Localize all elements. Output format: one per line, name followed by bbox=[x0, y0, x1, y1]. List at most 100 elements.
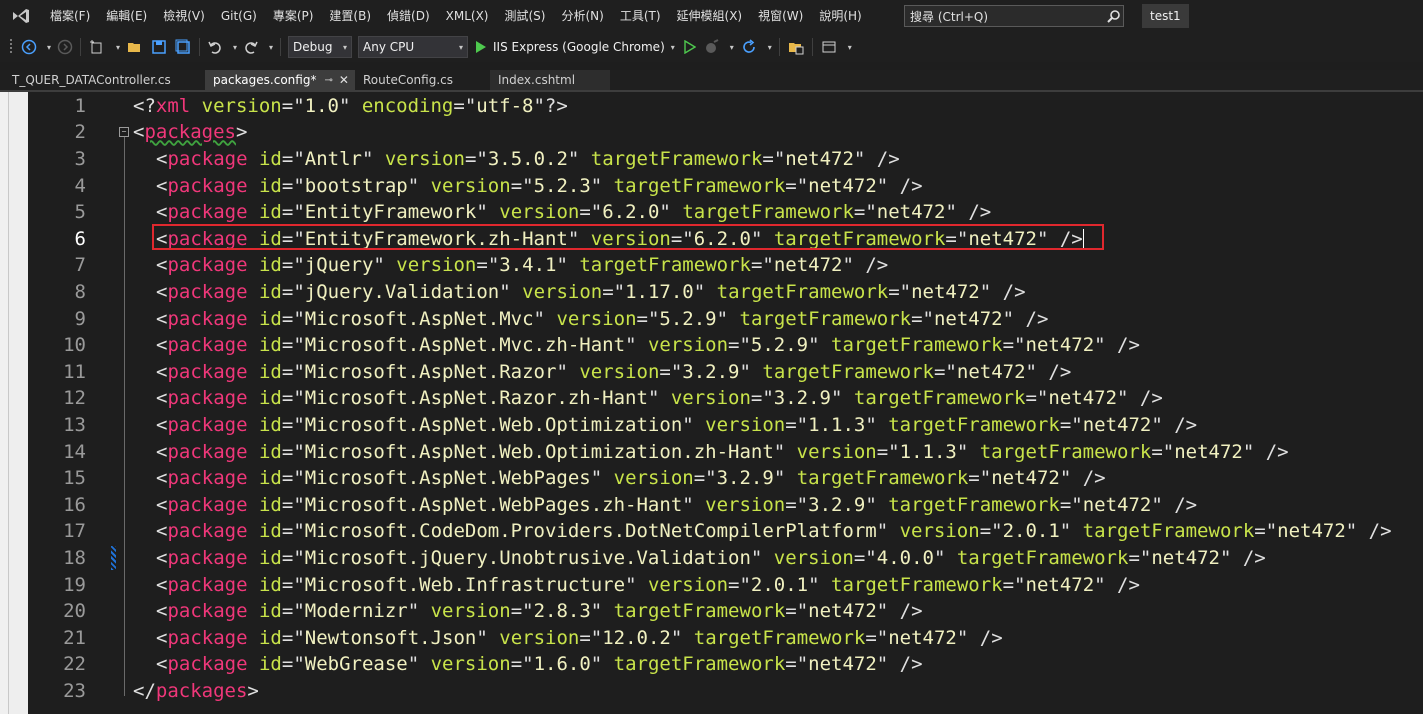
hot-reload-icon[interactable] bbox=[703, 36, 721, 58]
attribute-name: targetFramework bbox=[579, 254, 751, 277]
code-line[interactable]: 22 <package id="WebGrease" version="1.6.0… bbox=[0, 651, 1423, 678]
code-line[interactable]: 2 − <packages> bbox=[0, 119, 1423, 146]
chevron-down-icon[interactable]: ▾ bbox=[264, 36, 274, 58]
menu-item[interactable]: 視窗(W) bbox=[750, 5, 811, 27]
code-line[interactable]: 4 <package id="bootstrap" version="5.2.3"… bbox=[0, 172, 1423, 199]
code-line[interactable]: 14 <package id="Microsoft.AspNet.Web.Opti… bbox=[0, 438, 1423, 465]
menu-item[interactable]: 延伸模組(X) bbox=[669, 5, 751, 27]
code-line[interactable]: 16 <package id="Microsoft.AspNet.WebPages… bbox=[0, 492, 1423, 519]
open-folder-icon[interactable] bbox=[125, 36, 145, 58]
solution-explorer-icon[interactable] bbox=[786, 36, 806, 58]
window-layout-icon[interactable] bbox=[819, 36, 839, 58]
menu-item[interactable]: XML(X) bbox=[438, 5, 497, 27]
line-number: 11 bbox=[63, 360, 86, 383]
code-line[interactable]: 18 <package id="Microsoft.jQuery.Unobtrus… bbox=[0, 545, 1423, 572]
search-icon[interactable] bbox=[1105, 7, 1123, 25]
code-punctuation: " bbox=[476, 201, 500, 224]
code-line[interactable]: 17 <package id="Microsoft.CodeDom.Provide… bbox=[0, 518, 1423, 545]
code-line[interactable]: 7 <package id="jQuery" version="3.4.1" ta… bbox=[0, 252, 1423, 279]
visual-studio-logo-icon[interactable] bbox=[6, 0, 36, 32]
code-text: <package id="jQuery.Validation" version=… bbox=[156, 281, 1026, 303]
code-line[interactable]: 8 <package id="jQuery.Validation" version… bbox=[0, 279, 1423, 306]
code-line[interactable]: 1 <?xml version="1.0" encoding="utf-8"?> bbox=[0, 93, 1423, 120]
code-editor[interactable]: 1 <?xml version="1.0" encoding="utf-8"?> 2… bbox=[0, 92, 1423, 714]
attribute-name: version bbox=[384, 147, 465, 170]
undo-icon[interactable] bbox=[206, 36, 224, 58]
code-line[interactable]: 21 <package id="Newtonsoft.Json" version=… bbox=[0, 625, 1423, 652]
code-line[interactable]: 20 <package id="Modernizr" version="2.8.3… bbox=[0, 598, 1423, 625]
chevron-down-icon[interactable]: ▾ bbox=[42, 36, 52, 58]
toolbar-grip-icon[interactable] bbox=[6, 36, 16, 58]
start-without-debugging-icon[interactable] bbox=[681, 36, 699, 58]
code-line[interactable]: 19 <package id="Microsoft.Web.Infrastruct… bbox=[0, 571, 1423, 598]
attribute-name: targetFramework bbox=[716, 280, 889, 303]
code-punctuation bbox=[248, 574, 259, 596]
pin-icon[interactable]: ⊸ bbox=[324, 75, 332, 86]
code-punctuation bbox=[248, 547, 259, 569]
attribute-name: version bbox=[430, 174, 511, 197]
code-punctuation: =" bbox=[579, 626, 603, 649]
code-line[interactable]: 15 <package id="Microsoft.AspNet.WebPages… bbox=[0, 465, 1423, 492]
collapse-icon[interactable]: − bbox=[119, 127, 129, 138]
tab-t-quer-datacontroller[interactable]: T_QUER_DATAController.cs bbox=[0, 70, 205, 90]
save-icon[interactable] bbox=[149, 36, 169, 58]
code-line[interactable]: 9 <package id="Microsoft.AspNet.Mvc" vers… bbox=[0, 305, 1423, 332]
menu-item[interactable]: 偵錯(D) bbox=[379, 5, 438, 27]
search-placeholder[interactable]: 搜尋 (Ctrl+Q) bbox=[910, 8, 1105, 25]
menu-item[interactable]: 檔案(F) bbox=[42, 5, 98, 27]
chevron-down-icon[interactable]: ▾ bbox=[228, 36, 238, 58]
code-punctuation: " /> bbox=[979, 280, 1026, 303]
redo-icon[interactable] bbox=[242, 36, 260, 58]
code-punctuation: =" bbox=[659, 360, 683, 383]
menu-item[interactable]: 檢視(V) bbox=[155, 5, 213, 27]
navigate-forward-icon[interactable] bbox=[56, 36, 74, 58]
code-line[interactable]: 12 <package id="Microsoft.AspNet.Razor.zh… bbox=[0, 385, 1423, 412]
element-name: package bbox=[167, 387, 248, 410]
line-number: 9 bbox=[74, 307, 86, 330]
code-line[interactable]: 3 <package id="Antlr" version="3.5.0.2" t… bbox=[0, 146, 1423, 173]
tab-index-cshtml[interactable]: Index.cshtml bbox=[490, 70, 610, 90]
code-line[interactable]: 23 </packages> bbox=[0, 678, 1423, 705]
code-line[interactable]: 10 <package id="Microsoft.AspNet.Mvc.zh-H… bbox=[0, 332, 1423, 359]
attribute-name: id bbox=[258, 520, 282, 543]
code-text: <package id="Microsoft.AspNet.WebPages" … bbox=[156, 467, 1106, 489]
chevron-down-icon[interactable]: ▾ bbox=[725, 36, 735, 58]
target-framework-value: net472 bbox=[888, 626, 957, 649]
menu-item[interactable]: 專案(P) bbox=[265, 5, 322, 27]
chevron-down-icon: ▾ bbox=[342, 42, 347, 52]
menu-item[interactable]: 分析(N) bbox=[553, 5, 611, 27]
attribute-name: id bbox=[258, 201, 282, 224]
start-debugging-button[interactable]: IIS Express (Google Chrome) ▾ bbox=[475, 40, 675, 54]
menu-item[interactable]: Git(G) bbox=[213, 5, 265, 27]
project-name-badge[interactable]: test1 bbox=[1142, 4, 1189, 28]
navigate-back-icon[interactable] bbox=[20, 36, 38, 58]
code-punctuation: " /> bbox=[1151, 493, 1198, 516]
menu-item[interactable]: 說明(H) bbox=[811, 5, 869, 27]
target-framework-value: net472 bbox=[773, 254, 843, 277]
code-line[interactable]: 5 <package id="EntityFramework" version="… bbox=[0, 199, 1423, 226]
element-name: package bbox=[167, 334, 248, 357]
package-id-value: jQuery.Validation bbox=[304, 280, 500, 303]
close-icon[interactable]: ✕ bbox=[339, 73, 349, 87]
menu-item[interactable]: 編輯(E) bbox=[98, 5, 155, 27]
solution-platform-dropdown[interactable]: Any CPU ▾ bbox=[358, 36, 468, 58]
new-project-icon[interactable] bbox=[87, 36, 107, 58]
code-line[interactable]: 13 <package id="Microsoft.AspNet.Web.Opti… bbox=[0, 412, 1423, 439]
chevron-down-icon[interactable]: ▾ bbox=[111, 36, 121, 58]
search-box[interactable]: 搜尋 (Ctrl+Q) bbox=[904, 5, 1124, 27]
menu-item[interactable]: 工具(T) bbox=[612, 5, 669, 27]
package-id-value: Microsoft.AspNet.WebPages.zh-Hant bbox=[304, 493, 683, 516]
attribute-name: id bbox=[258, 360, 282, 383]
solution-configuration-dropdown[interactable]: Debug ▾ bbox=[288, 36, 352, 58]
element-name: package bbox=[167, 147, 248, 170]
menu-item[interactable]: 測試(S) bbox=[496, 5, 553, 27]
chevron-down-icon[interactable]: ▾ bbox=[763, 36, 773, 58]
toolbar-overflow-icon[interactable]: ▾ bbox=[843, 36, 853, 58]
save-all-icon[interactable] bbox=[173, 36, 193, 58]
attribute-name: targetFramework bbox=[613, 600, 786, 623]
menu-item[interactable]: 建置(B) bbox=[321, 5, 379, 27]
code-line[interactable]: 11 <package id="Microsoft.AspNet.Razor" v… bbox=[0, 359, 1423, 386]
tab-routeconfig[interactable]: RouteConfig.cs bbox=[355, 70, 490, 90]
refresh-icon[interactable] bbox=[739, 36, 759, 58]
tab-packages-config[interactable]: packages.config* ⊸ ✕ bbox=[205, 70, 355, 90]
